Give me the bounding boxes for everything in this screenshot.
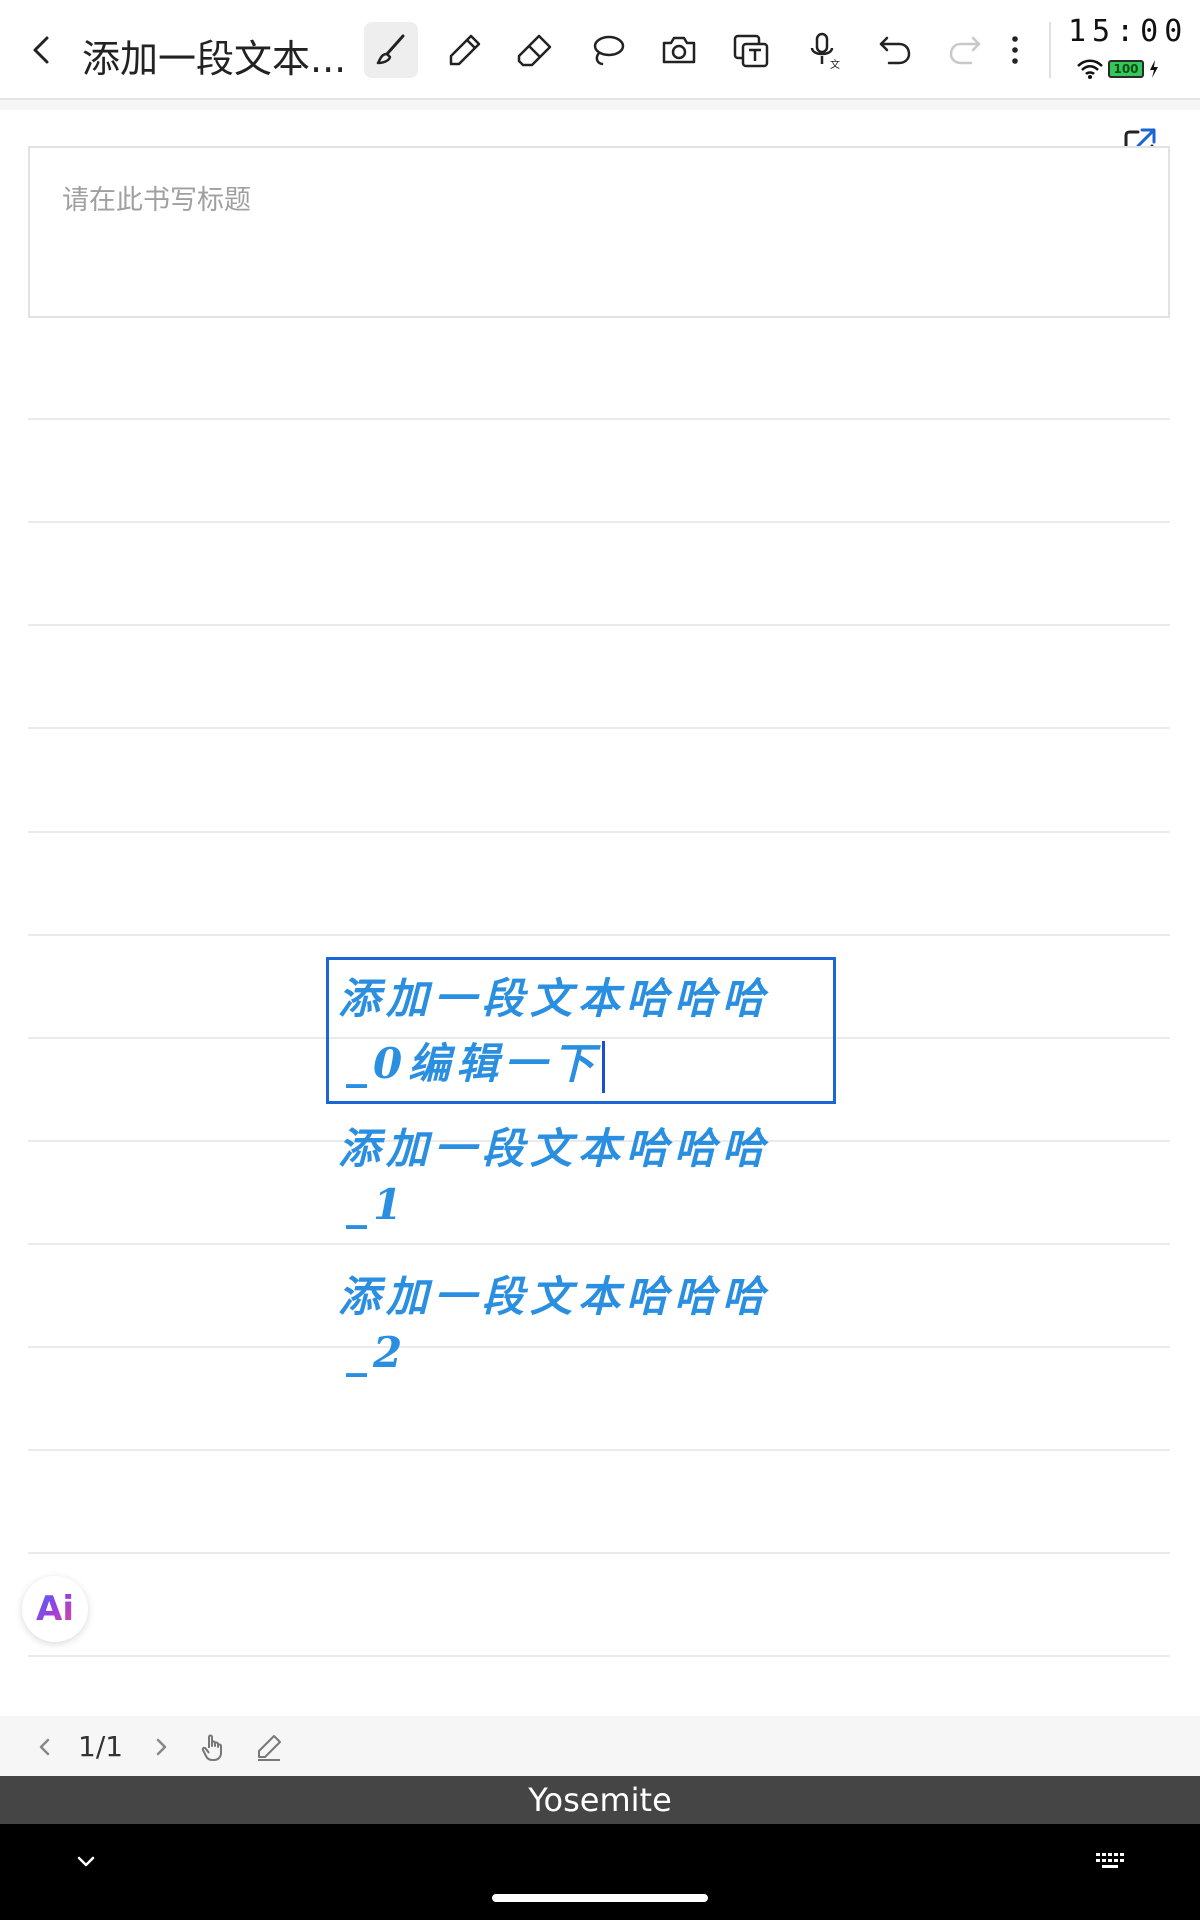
redo-button[interactable] [938,22,992,78]
status-clock: 15:00 [1068,14,1189,49]
battery-indicator: 100 [1108,60,1144,78]
camera-tool-button[interactable] [652,22,706,78]
ruled-line [28,624,1170,626]
ai-assistant-button[interactable]: Ai [22,1576,88,1642]
brush-icon [376,34,405,65]
chevron-left-icon [33,36,49,64]
text-box-icon [733,34,769,68]
lasso-tool-button[interactable] [580,22,634,78]
handwritten-text-line[interactable]: _2 [346,1328,408,1377]
page-indicator: 1/1 [78,1730,124,1763]
ruled-line [28,1655,1170,1657]
pen-tool-button[interactable] [438,22,492,78]
ruled-line [28,934,1170,936]
ruled-line [28,521,1170,523]
voice-input-button[interactable]: 文 [796,22,850,78]
lasso-icon [593,35,625,66]
eraser-tool-button[interactable] [508,22,562,78]
ruled-line [28,1346,1170,1348]
title-field-container [28,146,1170,318]
eraser-icon [517,34,552,67]
handwritten-text-line[interactable]: 添加一段文本哈哈哈 [338,1263,770,1324]
hand-touch-icon[interactable] [198,1732,228,1762]
system-navigation-bar [0,1824,1200,1920]
page-navigation-bar: 1/1 [0,1718,1200,1776]
brush-tool-button[interactable] [364,22,418,78]
ruled-line [28,831,1170,833]
status-indicators: 100 [1076,58,1160,80]
ruled-line [28,1552,1170,1554]
camera-icon [662,36,696,64]
toolbar-divider [1049,22,1051,78]
handwritten-text-line[interactable]: _0编辑一下 [346,1030,606,1093]
undo-icon [879,36,911,65]
ruled-line [28,727,1170,729]
handwritten-text-line[interactable]: _1 [346,1180,408,1229]
handwritten-text-line[interactable]: 添加一段文本哈哈哈 [338,1115,770,1176]
chevron-left-icon[interactable] [30,1732,60,1762]
ruled-line [28,1449,1170,1451]
wifi-icon [1077,59,1103,79]
charging-icon [1150,60,1158,78]
ruled-line [28,418,1170,420]
ai-button-label: Ai [36,1589,74,1629]
font-name-bar[interactable]: Yosemite [0,1776,1200,1824]
pencil-icon[interactable] [254,1732,284,1762]
home-gesture-handle[interactable] [492,1894,708,1902]
microphone-icon: 文 [810,32,840,70]
undo-button[interactable] [868,22,922,78]
handwritten-text-segment: _0编辑一下 [346,1039,601,1088]
chevron-down-icon[interactable] [72,1848,100,1876]
note-title[interactable]: 添加一段文本... [82,28,342,83]
chevron-right-icon[interactable] [146,1732,176,1762]
pen-icon [449,34,481,66]
note-canvas[interactable]: 添加一段文本哈哈哈 _0编辑一下 添加一段文本哈哈哈 _1 添加一段文本哈哈哈 … [0,110,1200,1716]
keyboard-icon[interactable] [1094,1850,1128,1874]
title-input[interactable] [60,184,1064,217]
text-caret [602,1041,606,1093]
top-toolbar: 添加一段文本... 文 15:00 100 [0,0,1200,100]
back-button[interactable] [22,30,62,70]
ruled-line [28,1243,1170,1245]
more-options-button[interactable] [988,22,1042,78]
text-box-tool-button[interactable] [724,22,778,78]
more-icon [1012,36,1018,64]
handwritten-text-line[interactable]: 添加一段文本哈哈哈 [338,965,770,1026]
svg-text:文: 文 [830,58,840,70]
redo-icon [949,36,981,65]
